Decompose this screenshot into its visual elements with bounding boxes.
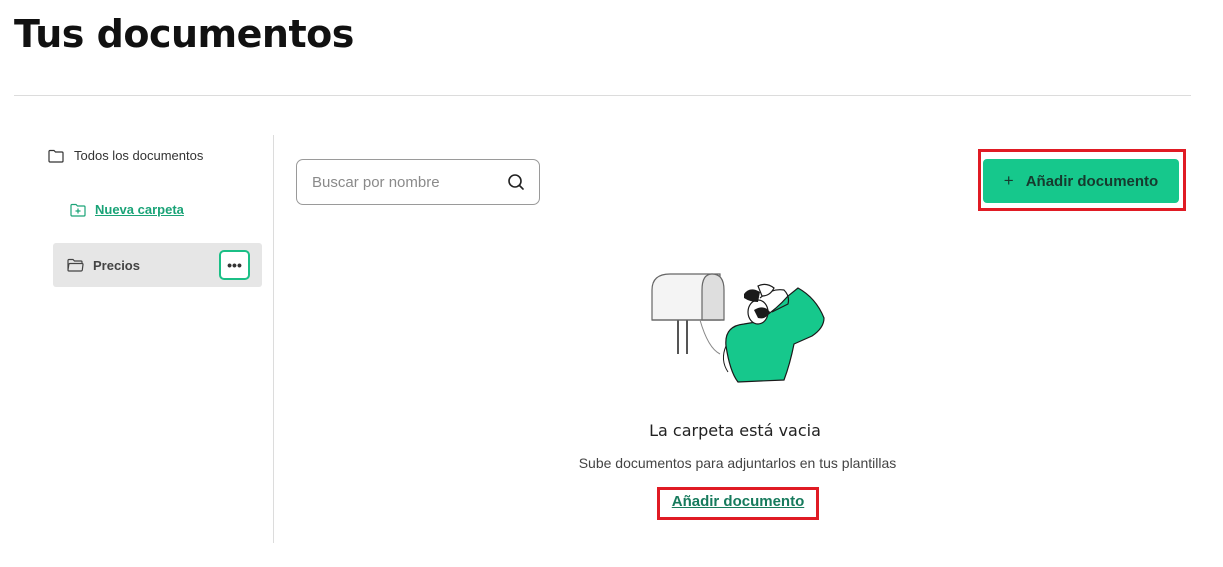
search-box <box>296 159 540 205</box>
folder-open-icon <box>67 258 84 272</box>
folder-label: Precios <box>93 257 140 273</box>
search-icon[interactable] <box>507 173 525 191</box>
new-folder-label: Nueva carpeta <box>95 202 184 217</box>
search-input[interactable] <box>312 173 502 191</box>
page-title: Tus documentos <box>14 12 354 56</box>
sidebar-item-precios[interactable]: Precios ••• <box>53 243 262 287</box>
empty-state-title: La carpeta está vacia <box>649 421 821 440</box>
folder-add-icon <box>70 203 86 217</box>
sidebar-divider <box>273 135 274 543</box>
new-folder-link[interactable]: Nueva carpeta <box>70 202 184 217</box>
folder-more-button[interactable]: ••• <box>219 250 250 280</box>
empty-state-subtitle: Sube documentos para adjuntarlos en tus … <box>578 455 897 471</box>
folder-icon <box>48 149 64 163</box>
all-documents-item[interactable]: Todos los documentos <box>48 148 203 163</box>
add-document-label: Añadir documento <box>1025 172 1159 190</box>
title-divider <box>14 95 1191 96</box>
add-document-button[interactable]: + Añadir documento <box>983 159 1179 203</box>
plus-icon: + <box>1003 171 1014 190</box>
empty-state-add-link[interactable]: Añadir documento <box>662 493 814 510</box>
folder-sidebar <box>0 130 274 545</box>
all-documents-label: Todos los documentos <box>74 148 204 163</box>
empty-mailbox-illustration <box>651 273 825 383</box>
